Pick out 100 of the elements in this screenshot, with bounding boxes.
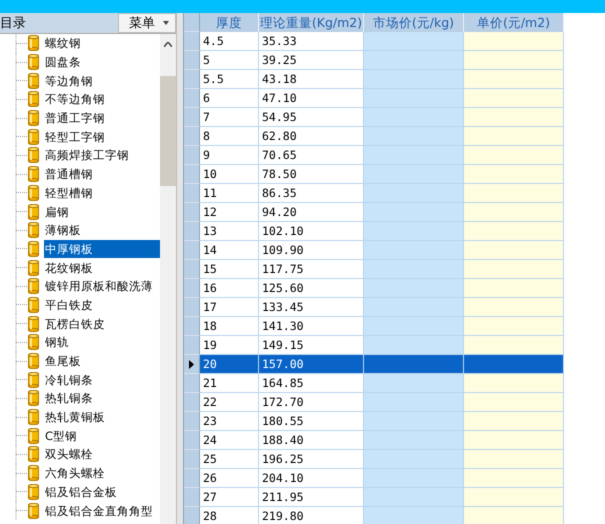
table-cell[interactable] — [464, 184, 564, 203]
tree-item[interactable]: 冷轧铜条 — [44, 370, 94, 389]
table-cell[interactable] — [364, 89, 464, 108]
tree-item[interactable]: 热轧黄铜板 — [44, 408, 106, 426]
tree-item[interactable]: 扁钢 — [44, 202, 70, 221]
table-cell[interactable] — [464, 127, 564, 146]
table-cell[interactable] — [464, 241, 564, 260]
table-cell[interactable] — [364, 393, 464, 412]
column-header[interactable]: 厚度 — [200, 13, 259, 32]
column-header[interactable]: 理论重量(Kg/m2) — [259, 13, 364, 32]
table-cell[interactable] — [364, 32, 464, 51]
table-cell[interactable] — [464, 298, 564, 317]
tree-item[interactable]: 薄钢板 — [44, 221, 82, 240]
tree-item[interactable]: 等边角钢 — [44, 72, 94, 90]
tree-item[interactable]: 普通工字钢 — [44, 109, 106, 128]
row-header[interactable] — [184, 355, 200, 374]
tree-item[interactable]: 螺纹钢 — [44, 34, 82, 52]
row-pointer-icon — [189, 360, 194, 368]
table-cell[interactable] — [364, 488, 464, 507]
table-cell[interactable] — [464, 507, 564, 524]
tree-line — [15, 482, 27, 502]
table-cell[interactable] — [364, 165, 464, 184]
table-cell[interactable] — [464, 393, 564, 412]
table-cell[interactable] — [364, 222, 464, 241]
table-cell[interactable] — [364, 241, 464, 260]
table-cell[interactable] — [464, 317, 564, 336]
tree-item[interactable]: 镀锌用原板和酸洗薄 — [44, 277, 154, 296]
tree-item[interactable]: 轻型工字钢 — [44, 128, 106, 146]
tree-item[interactable]: 铝及铝合金直角角型 — [44, 502, 154, 520]
table-cell[interactable] — [364, 507, 464, 524]
table-cell[interactable] — [464, 222, 564, 241]
table-cell[interactable] — [364, 260, 464, 279]
table-cell[interactable] — [364, 51, 464, 70]
table-cell[interactable] — [464, 89, 564, 108]
table-cell[interactable] — [364, 127, 464, 146]
table-cell[interactable] — [364, 203, 464, 222]
table-cell[interactable] — [364, 184, 464, 203]
table-cell: 133.45 — [259, 298, 364, 317]
table-cell[interactable] — [464, 146, 564, 165]
corner-header[interactable] — [184, 13, 200, 32]
table-cell[interactable] — [364, 412, 464, 431]
tree-line — [15, 370, 27, 390]
table-cell[interactable] — [364, 108, 464, 127]
tree-item[interactable]: 铝及铝合金板 — [44, 482, 118, 501]
tree-item[interactable]: 高频焊接工字钢 — [44, 146, 130, 164]
tree-item[interactable]: 双头螺栓 — [44, 445, 94, 464]
tree-item[interactable]: 瓦楞白铁皮 — [44, 314, 106, 333]
cylinder-icon — [28, 222, 39, 238]
table-cell[interactable] — [364, 279, 464, 298]
panel-title: 目录 — [0, 15, 26, 32]
table-cell[interactable] — [364, 298, 464, 317]
table-cell[interactable] — [364, 374, 464, 393]
tree-item[interactable]: 圆盘条 — [44, 53, 82, 72]
table-cell: 26 — [200, 469, 259, 488]
table-cell[interactable] — [364, 355, 464, 374]
tree-item[interactable]: 钢轨 — [44, 333, 70, 352]
menu-dropdown[interactable]: 菜单 — [118, 13, 176, 33]
tree-item[interactable]: 热轧铜条 — [44, 389, 94, 408]
tree-item[interactable]: 不等边角钢 — [44, 90, 106, 108]
column-header[interactable]: 单价(元/m2) — [464, 13, 564, 32]
tree-item[interactable]: 鱼尾板 — [44, 352, 82, 370]
table-cell[interactable] — [464, 355, 564, 374]
table-cell[interactable] — [464, 431, 564, 450]
tree-item[interactable]: 花纹钢板 — [44, 258, 94, 277]
table-cell[interactable] — [364, 469, 464, 488]
table-cell: 157.00 — [259, 355, 364, 374]
tree-item[interactable]: C型钢 — [44, 426, 78, 445]
tree-item[interactable]: 轻型槽钢 — [44, 184, 94, 202]
table-cell[interactable] — [464, 450, 564, 469]
tree-item[interactable]: 六角头螺栓 — [44, 464, 106, 482]
table-cell[interactable] — [364, 431, 464, 450]
table-cell[interactable] — [364, 146, 464, 165]
tree-item[interactable]: 平白铁皮 — [44, 296, 94, 314]
table-cell[interactable] — [464, 108, 564, 127]
table-cell[interactable] — [464, 32, 564, 51]
tree-line — [15, 220, 27, 240]
table-cell[interactable] — [464, 260, 564, 279]
table-cell[interactable] — [464, 469, 564, 488]
tree-item[interactable]: 中厚钢板 — [44, 240, 160, 258]
table-cell[interactable] — [364, 450, 464, 469]
table-cell[interactable] — [464, 488, 564, 507]
table-cell[interactable] — [464, 336, 564, 355]
column-header[interactable]: 市场价(元/kg) — [364, 13, 464, 32]
tree-item[interactable]: 普通槽钢 — [44, 165, 94, 184]
scroll-thumb[interactable] — [160, 76, 176, 186]
table-cell[interactable] — [464, 279, 564, 298]
table-cell[interactable] — [464, 165, 564, 184]
scroll-up-icon[interactable] — [164, 42, 172, 47]
scrollbar[interactable] — [160, 34, 176, 524]
table-cell[interactable] — [364, 70, 464, 89]
cylinder-icon — [28, 296, 39, 313]
table-cell[interactable] — [464, 374, 564, 393]
table-cell[interactable] — [364, 317, 464, 336]
table-cell[interactable] — [464, 412, 564, 431]
tree-line — [15, 108, 27, 128]
table-cell[interactable] — [364, 336, 464, 355]
table-cell[interactable] — [464, 203, 564, 222]
table-cell[interactable] — [464, 51, 564, 70]
table-cell[interactable] — [464, 70, 564, 89]
table-cell: 94.20 — [259, 203, 364, 222]
